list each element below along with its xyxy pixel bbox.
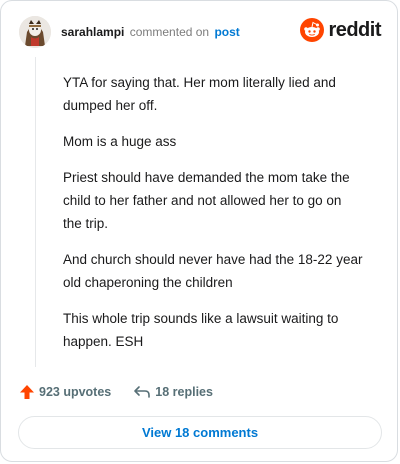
comment-paragraph: YTA for saying that. Her mom literally l… <box>63 75 336 113</box>
comment-paragraph: Priest should have demanded the mom take… <box>63 170 350 231</box>
upvote-arrow-icon <box>20 385 34 399</box>
thread-line <box>35 57 36 367</box>
reddit-wordmark: reddit <box>328 18 381 41</box>
comment-paragraph: And church should never have had the 18-… <box>63 252 363 290</box>
reply-count: 18 replies <box>155 385 213 399</box>
avatar-image <box>19 16 51 48</box>
reddit-logo[interactable]: reddit <box>300 18 381 42</box>
comment-paragraph: Mom is a huge ass <box>63 134 177 149</box>
avatar[interactable] <box>19 16 51 48</box>
upvote-button[interactable]: 923 upvotes <box>19 384 111 400</box>
reply-arrow-icon <box>134 386 151 398</box>
comment-card: sarahlampi commented on post reddit YTA … <box>0 0 398 462</box>
comment-body: YTA for saying that. Her mom literally l… <box>63 71 363 366</box>
comment-header: sarahlampi commented on post reddit <box>17 15 383 51</box>
commented-on-label: commented on <box>129 25 210 39</box>
comment-actions: 923 upvotes 18 replies <box>19 381 235 403</box>
view-comments-button[interactable]: View 18 comments <box>18 416 382 449</box>
replies-button[interactable]: 18 replies <box>133 384 213 400</box>
post-link[interactable]: post <box>214 25 239 39</box>
comment-meta: sarahlampi commented on post <box>61 25 240 39</box>
reddit-snoo-icon <box>300 18 325 42</box>
comment-paragraph: This whole trip sounds like a lawsuit wa… <box>63 311 339 349</box>
username[interactable]: sarahlampi <box>61 25 124 39</box>
upvote-count: 923 upvotes <box>39 385 112 399</box>
